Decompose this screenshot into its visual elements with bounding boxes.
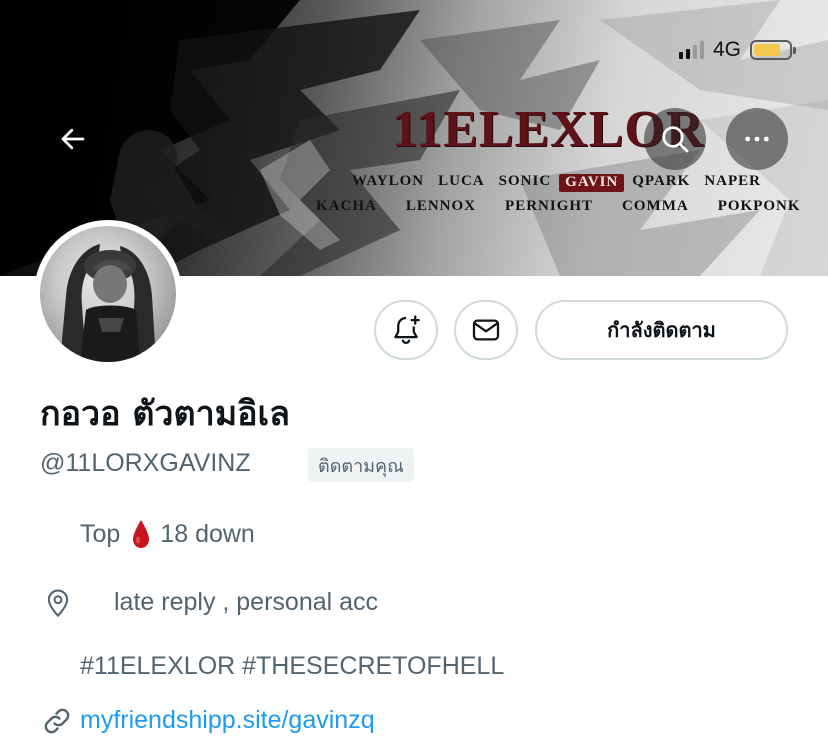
- bio-text: Top: [80, 520, 121, 548]
- map-pin-icon: [47, 589, 69, 617]
- user-handle: @11LORXGAVINZ: [40, 449, 251, 477]
- bell-plus-icon: [394, 315, 420, 345]
- banner-names-row2: KACHA LENNOX PERNIGHT COMMA POKPONK: [316, 199, 801, 214]
- arrow-left-icon: [61, 128, 85, 150]
- search-icon: [662, 126, 689, 153]
- banner-name-highlight: GAVIN: [559, 174, 625, 192]
- status-bar: 4G: [678, 38, 796, 62]
- banner-name: WAYLON: [352, 173, 425, 189]
- banner-name: SONIC: [498, 173, 552, 189]
- search-button[interactable]: [644, 108, 706, 170]
- banner-name: NAPER: [704, 173, 761, 189]
- battery-level: [754, 44, 780, 56]
- bio-line-2: late reply , personal acc: [114, 588, 379, 616]
- avatar-photo: [40, 226, 176, 362]
- banner-name: KACHA: [316, 198, 377, 214]
- banner-names-row1: WAYLON LUCA SONIC GAVIN QPARK NAPER: [352, 174, 761, 192]
- network-type: 4G: [712, 38, 741, 61]
- bio-hashtags: #11ELEXLOR #THESECRETOFHELL: [80, 652, 505, 680]
- bio-text: 18 down: [160, 520, 255, 548]
- link-icon: [44, 708, 70, 734]
- avatar[interactable]: [34, 220, 182, 368]
- notifications-button[interactable]: [374, 300, 438, 360]
- mail-icon: [472, 319, 500, 341]
- banner-name: POKPONK: [717, 198, 801, 214]
- signal-strength-icon: [678, 41, 704, 59]
- more-options-button[interactable]: [726, 108, 788, 170]
- blood-drop-icon: [133, 520, 150, 548]
- banner-name: LUCA: [438, 173, 485, 189]
- banner-name: COMMA: [622, 198, 689, 214]
- following-button[interactable]: กำลังติดตาม: [535, 300, 788, 360]
- banner-name: QPARK: [632, 173, 691, 189]
- message-button[interactable]: [454, 300, 518, 360]
- avatar-illustration: [60, 244, 156, 362]
- back-button[interactable]: [42, 108, 104, 170]
- bio-line-1: Top 18 down: [80, 518, 255, 550]
- more-horizontal-icon: [745, 136, 769, 142]
- display-name: กอวอ ตัวตามอิเล: [40, 394, 290, 434]
- follows-you-badge: ติดตามคุณ: [308, 448, 414, 482]
- battery-icon: [750, 40, 796, 60]
- banner-name: LENNOX: [405, 198, 477, 214]
- profile-link[interactable]: myfriendshipp.site/gavinzq: [80, 704, 375, 736]
- banner-name: PERNIGHT: [505, 198, 594, 214]
